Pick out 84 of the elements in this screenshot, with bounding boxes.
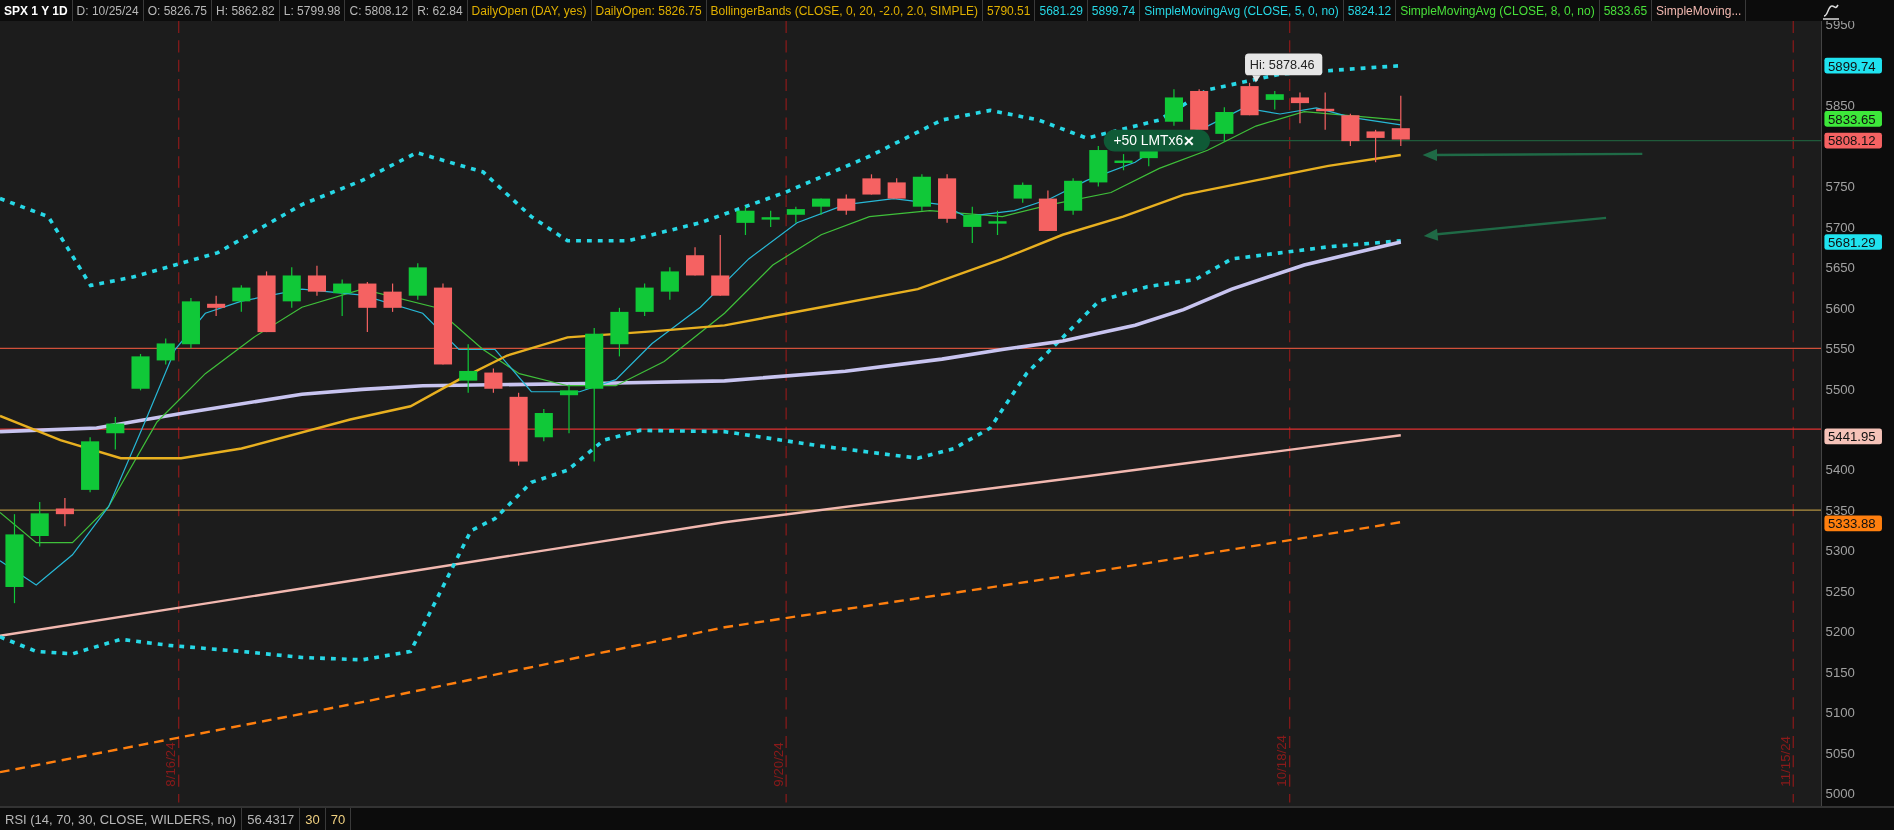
candlestick xyxy=(232,284,251,313)
candlestick xyxy=(333,278,352,317)
price-tag: 5681.29 xyxy=(1824,234,1882,250)
axis-tick-label: 5150 xyxy=(1825,664,1855,680)
candlestick xyxy=(988,210,1007,236)
candlestick xyxy=(55,497,74,527)
candlestick xyxy=(912,173,931,212)
candlestick xyxy=(786,206,805,224)
candlestick xyxy=(938,173,957,224)
axis-tick-label: 5500 xyxy=(1825,381,1855,397)
candlestick xyxy=(1164,88,1183,127)
candlestick xyxy=(1341,113,1360,147)
candlestick xyxy=(837,193,856,216)
candlestick xyxy=(736,206,755,236)
candlestick xyxy=(358,281,377,333)
date-label: 9/20/24 xyxy=(770,742,786,787)
candlestick xyxy=(559,384,579,434)
axis-tick-label: 5850 xyxy=(1825,98,1855,114)
high-price-callout: Hi: 5878.46 xyxy=(1245,53,1323,83)
axis-tick-label: 5050 xyxy=(1825,745,1855,761)
candlestick xyxy=(106,416,125,451)
candlestick xyxy=(963,206,982,244)
axis-tick-label: 5600 xyxy=(1825,300,1855,316)
axis-tick-label: 5350 xyxy=(1825,502,1855,518)
candlestick xyxy=(887,177,906,200)
candlestick xyxy=(1064,177,1083,216)
candlestick xyxy=(534,408,553,442)
candlestick xyxy=(660,266,679,301)
rsi-legend-label: 30 xyxy=(300,808,326,830)
rsi-legend-label: 70 xyxy=(325,808,352,830)
candlestick xyxy=(1391,95,1410,147)
candlestick xyxy=(1316,92,1335,131)
price-tag: 5833.65 xyxy=(1824,111,1882,127)
candlestick xyxy=(257,270,276,333)
candlestick xyxy=(1089,145,1108,188)
candlestick xyxy=(408,262,427,301)
candlestick xyxy=(812,198,831,216)
candlestick xyxy=(156,338,175,366)
date-label: 10/18/24 xyxy=(1274,735,1290,787)
axis-tick-label: 5750 xyxy=(1825,179,1855,195)
candlestick xyxy=(81,436,100,493)
axis-tick-label: 5400 xyxy=(1825,462,1855,478)
axis-tick-label: 5250 xyxy=(1825,583,1855,599)
candlestick xyxy=(1290,92,1310,124)
candlestick xyxy=(1240,82,1259,116)
candlestick xyxy=(207,295,226,317)
candlestick xyxy=(484,367,503,394)
candlestick xyxy=(635,282,654,317)
axis-tick-label: 5650 xyxy=(1825,260,1855,276)
axis-tick-label: 5950 xyxy=(1825,21,1855,33)
rsi-legend-label: RSI (14, 70, 30, CLOSE, WILDERS, no) xyxy=(0,808,243,830)
axis-tick-label: 5300 xyxy=(1825,543,1855,559)
candlestick xyxy=(1114,153,1133,171)
candlestick xyxy=(1013,181,1032,204)
close-button[interactable]: ✕ xyxy=(1183,133,1196,149)
date-label: 8/16/24 xyxy=(163,742,179,787)
axis-tick-label: 5700 xyxy=(1825,219,1855,235)
candlestick xyxy=(761,210,780,228)
price-tag: 5899.74 xyxy=(1824,57,1882,74)
candlestick xyxy=(30,501,49,548)
candlestick xyxy=(1265,90,1284,111)
candlestick xyxy=(459,343,478,394)
candlestick xyxy=(181,297,200,349)
candlestick xyxy=(383,282,402,313)
rsi-legend-label: 56.4317 xyxy=(242,808,301,830)
candlestick xyxy=(1038,189,1057,232)
axis-tick-label: 5100 xyxy=(1825,705,1855,721)
candlestick xyxy=(307,265,326,297)
price-tag: 5333.88 xyxy=(1824,515,1882,532)
candlestick xyxy=(686,246,705,277)
date-label: 11/15/24 xyxy=(1777,736,1793,787)
candlestick xyxy=(711,234,730,297)
axis-tick-label: 5000 xyxy=(1825,786,1855,802)
price-tag: 5808.12 xyxy=(1824,132,1882,149)
candlestick xyxy=(282,266,301,309)
candlestick xyxy=(1366,129,1385,163)
axis-tick-label: 5200 xyxy=(1825,624,1855,640)
candlestick xyxy=(1190,88,1209,131)
candlestick xyxy=(610,307,629,357)
axis-tick-label: 5550 xyxy=(1825,341,1855,357)
candlestick xyxy=(131,353,150,391)
candlestick xyxy=(1215,106,1234,143)
price-tag: 5441.95 xyxy=(1824,428,1882,445)
candlestick xyxy=(862,173,881,196)
